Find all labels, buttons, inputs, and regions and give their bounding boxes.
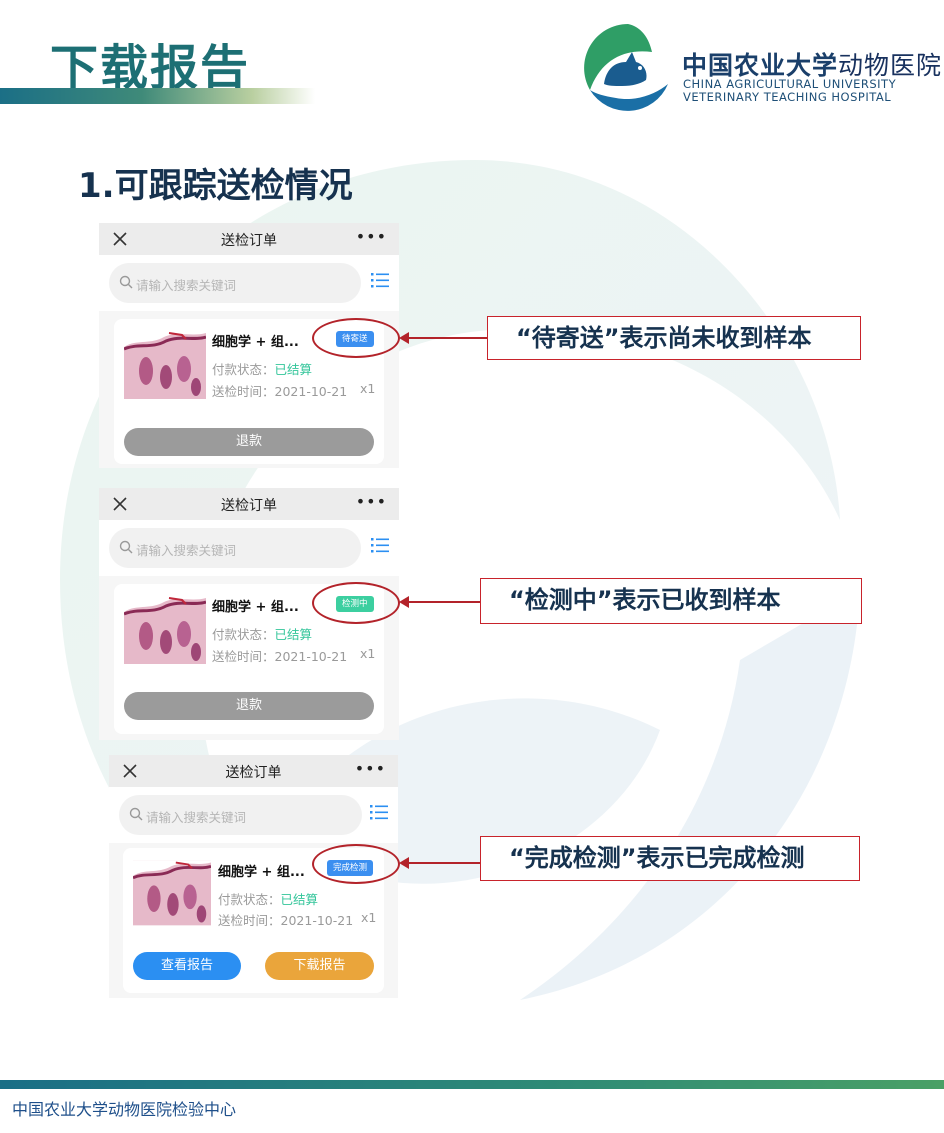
nav-bar: 送检订单 •••: [99, 488, 399, 520]
hospital-logo: 中国农业大学动物医院 CHINA AGRICULTURAL UNIVERSITY…: [582, 22, 941, 118]
nav-bar: 送检订单 •••: [99, 223, 399, 255]
arrow-left-icon: [399, 596, 482, 608]
title-underline-bar: [0, 88, 315, 104]
more-icon[interactable]: •••: [356, 227, 387, 246]
payment-status: 付款状态：已结算: [212, 362, 313, 377]
search-input[interactable]: 请输入搜索关键词: [119, 795, 362, 835]
callout-completed: “完成检测”表示已完成检测: [480, 836, 860, 881]
list-view-icon[interactable]: [371, 271, 389, 289]
quantity: x1: [361, 910, 377, 925]
list-view-icon[interactable]: [370, 803, 388, 821]
hospital-name-en-line1: CHINA AGRICULTURAL UNIVERSITY: [683, 77, 897, 91]
payment-status: 付款状态：已结算: [218, 892, 319, 907]
item-name: 细胞学 + 组...: [212, 335, 299, 350]
search-placeholder: 请输入搜索关键词: [136, 278, 237, 293]
nav-title: 送检订单: [221, 498, 277, 514]
arrow-left-icon: [399, 332, 490, 344]
search-icon: [129, 807, 143, 821]
item-name: 细胞学 + 组...: [212, 600, 299, 615]
callout-testing: “检测中”表示已收到样本: [480, 578, 862, 624]
payment-status: 付款状态：已结算: [212, 627, 313, 642]
search-placeholder: 请输入搜索关键词: [146, 810, 247, 825]
search-placeholder: 请输入搜索关键词: [136, 543, 237, 558]
submit-date: 送检时间：2021-10-21: [212, 384, 348, 399]
search-row: 请输入搜索关键词: [99, 520, 399, 576]
item-name: 细胞学 + 组...: [218, 865, 305, 880]
histology-thumbnail: [124, 331, 206, 399]
highlight-ring-testing: [312, 582, 400, 624]
list-view-icon[interactable]: [371, 536, 389, 554]
footer-bar: [0, 1080, 944, 1089]
histology-thumbnail: [124, 596, 206, 664]
search-input[interactable]: 请输入搜索关键词: [109, 263, 361, 303]
search-icon: [119, 540, 133, 554]
submit-date: 送检时间：2021-10-21: [218, 913, 354, 928]
quantity: x1: [360, 381, 376, 396]
highlight-ring-completed: [312, 844, 400, 884]
search-input[interactable]: 请输入搜索关键词: [109, 528, 361, 568]
refund-button[interactable]: 退款: [124, 428, 374, 456]
callout-pending: “待寄送”表示尚未收到样本: [487, 316, 861, 360]
search-row: 请输入搜索关键词: [99, 255, 399, 311]
search-icon: [119, 275, 133, 289]
submit-date: 送检时间：2021-10-21: [212, 649, 348, 664]
nav-bar: 送检订单 •••: [109, 755, 398, 787]
more-icon[interactable]: •••: [355, 759, 386, 778]
hospital-logo-emblem-icon: [584, 24, 672, 112]
nav-title: 送检订单: [221, 233, 277, 249]
quantity: x1: [360, 646, 376, 661]
view-report-button[interactable]: 查看报告: [133, 952, 241, 980]
highlight-ring-pending: [312, 318, 400, 358]
hospital-name-en-line2: VETERINARY TEACHING HOSPITAL: [683, 90, 892, 104]
arrow-left-icon: [399, 857, 482, 869]
download-report-button[interactable]: 下载报告: [265, 952, 374, 980]
section-title: 1.可跟踪送检情况: [78, 166, 353, 206]
histology-thumbnail: [133, 860, 211, 926]
search-row: 请输入搜索关键词: [109, 787, 398, 843]
more-icon[interactable]: •••: [356, 492, 387, 511]
footer-text: 中国农业大学动物医院检验中心: [12, 1100, 237, 1119]
refund-button[interactable]: 退款: [124, 692, 374, 720]
